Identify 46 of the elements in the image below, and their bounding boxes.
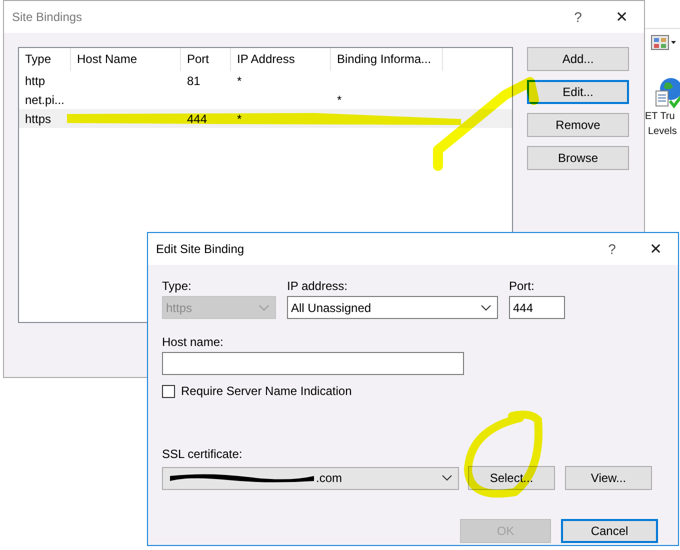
table-cell: 444 <box>187 112 208 126</box>
close-button[interactable]: ✕ <box>600 2 644 32</box>
port-field[interactable]: 444 <box>509 296 565 319</box>
ssl-certificate-dropdown[interactable]: .com <box>162 466 459 490</box>
binding-row[interactable]: net.pi... * <box>19 90 512 109</box>
binding-row[interactable]: http 81 * <box>19 71 512 90</box>
field-label: Type: <box>162 279 192 293</box>
table-cell: net.pi... <box>25 92 64 106</box>
feature-label: Levels <box>648 125 677 139</box>
view-toggle-icon[interactable] <box>651 35 677 51</box>
globe-checkmark-icon[interactable] <box>653 77 680 109</box>
window-title: Site Bindings <box>12 10 84 24</box>
table-cell: 81 <box>187 74 200 88</box>
column-header[interactable]: Host Name <box>71 48 181 71</box>
field-label: Host name: <box>162 335 224 349</box>
dialog-button[interactable]: Browse <box>527 146 629 170</box>
dialog-button[interactable]: Cancel <box>561 519 658 543</box>
dialog-button[interactable]: Add... <box>527 47 629 71</box>
help-button[interactable]: ? <box>590 234 634 264</box>
checkbox-label: Require Server Name Indication <box>181 384 352 398</box>
dialog-button[interactable]: Remove <box>527 113 629 137</box>
table-cell: * <box>237 112 242 126</box>
column-header[interactable]: Binding Informa... <box>331 48 443 71</box>
table-cell: * <box>337 92 342 106</box>
feature-label: ET Tru <box>645 110 675 124</box>
binding-row[interactable]: https 444 * <box>19 109 512 128</box>
column-header[interactable]: IP Address <box>231 48 331 71</box>
table-cell: * <box>237 74 242 88</box>
column-header[interactable]: Port <box>181 48 231 71</box>
column-header[interactable]: Type <box>19 48 71 71</box>
table-cell: http <box>25 74 46 88</box>
table-cell: https <box>25 112 52 126</box>
close-button[interactable]: ✕ <box>634 234 678 264</box>
help-button[interactable]: ? <box>556 2 600 32</box>
host-name-field[interactable] <box>162 352 464 375</box>
chevron-down-icon <box>481 304 491 310</box>
dialog-button[interactable]: Edit... <box>527 80 629 104</box>
field-label: IP address: <box>287 279 348 293</box>
chevron-down-icon <box>259 304 269 310</box>
chevron-down-icon <box>442 475 452 481</box>
window-title: Edit Site Binding <box>156 242 246 256</box>
dialog-button[interactable]: View... <box>565 466 652 490</box>
ip-address-dropdown[interactable]: All Unassigned <box>287 296 498 319</box>
checkbox[interactable] <box>162 384 175 398</box>
field-label: SSL certificate: <box>162 447 244 461</box>
field-label: Port: <box>509 279 536 293</box>
